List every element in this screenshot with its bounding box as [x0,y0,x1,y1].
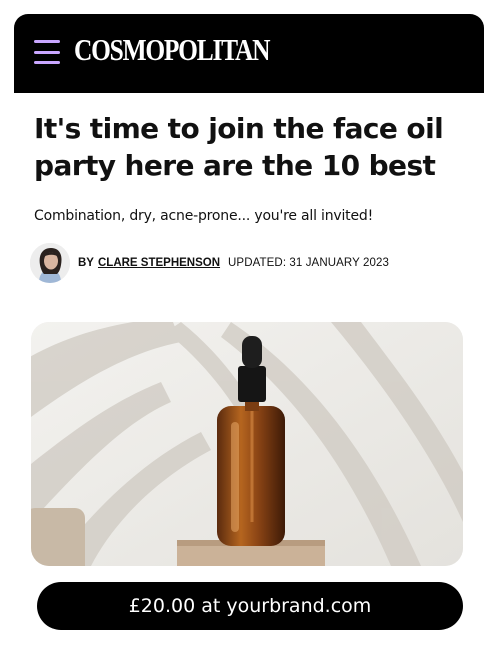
author-photo-icon [30,243,70,283]
hamburger-menu-icon[interactable] [34,40,60,64]
amber-dropper-bottle-photo [31,322,463,566]
author-link[interactable]: CLARE STEPHENSON [98,257,220,269]
site-header: COSMOPOLITAN [14,14,484,93]
updated-date: UPDATED: 31 JANUARY 2023 [228,257,389,269]
article-subtitle: Combination, dry, acne-prone... you're a… [34,208,373,224]
article-title: It's time to join the face oil party her… [34,112,444,182]
byline: BY CLARE STEPHENSON UPDATED: 31 JANUARY … [78,257,389,269]
product-hero-image [31,322,463,566]
author-avatar[interactable] [30,243,70,283]
byline-prefix: BY [78,257,94,269]
buy-button[interactable]: £20.00 at yourbrand.com [37,582,463,630]
site-logo[interactable]: COSMOPOLITAN [74,30,270,70]
